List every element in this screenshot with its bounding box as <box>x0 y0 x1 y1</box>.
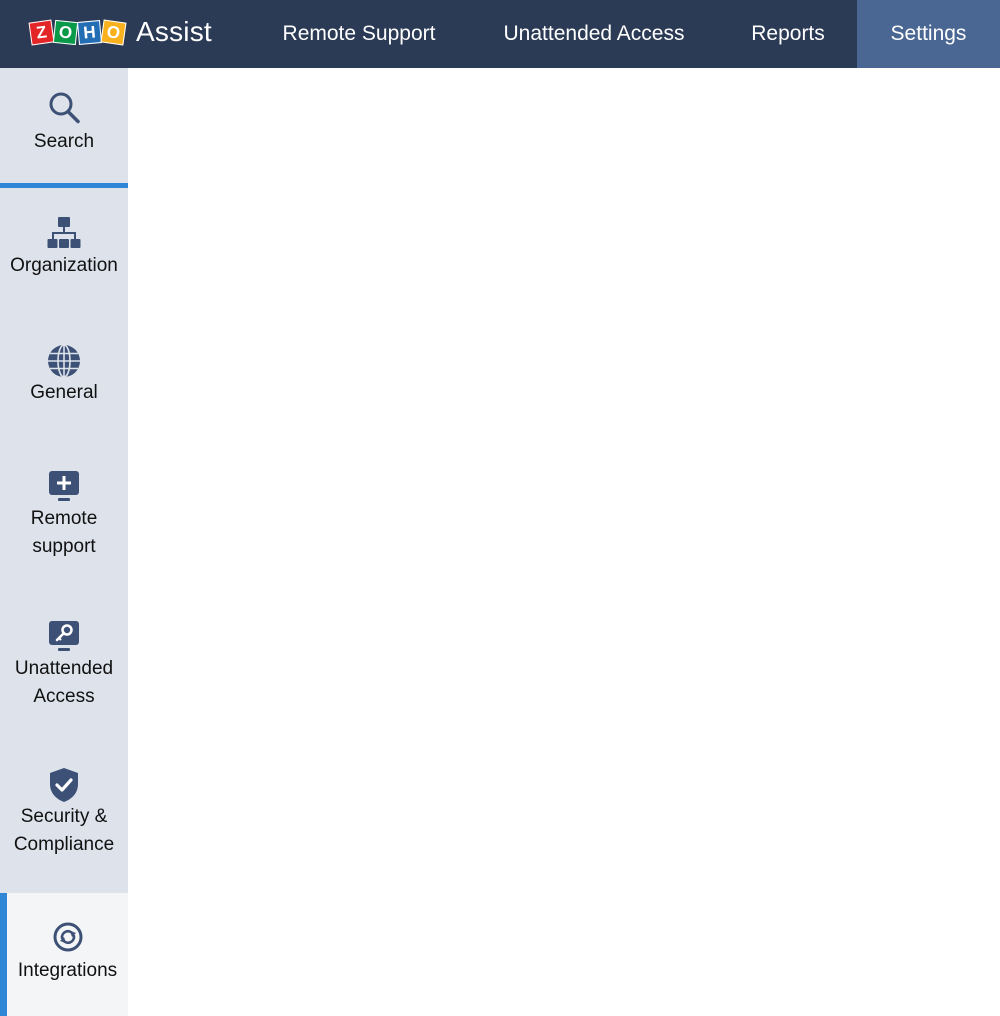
sidebar-item-organization[interactable]: Organization <box>0 216 128 306</box>
nav-settings[interactable]: Settings <box>857 0 1000 68</box>
sidebar-item-general-label: General <box>30 382 98 403</box>
sidebar-item-organization-label: Organization <box>10 255 118 276</box>
globe-icon <box>46 343 82 379</box>
sidebar-item-security-compliance[interactable]: Security & Compliance <box>0 767 128 877</box>
shield-check-icon <box>46 767 82 803</box>
org-chart-icon <box>46 216 82 252</box>
top-navigation-bar: Z O H O Assist Remote Support Unattended… <box>0 0 1000 68</box>
sidebar-item-unattended-access-label-1: Unattended <box>14 658 114 679</box>
settings-content-area <box>128 68 1000 1016</box>
nav-unattended-access-label: Unattended Access <box>503 22 685 45</box>
nav-reports-label: Reports <box>751 22 825 45</box>
monitor-key-icon <box>46 619 82 655</box>
nav-unattended-access[interactable]: Unattended Access <box>480 0 708 68</box>
sidebar-item-security-label-2: Compliance <box>13 834 115 855</box>
logo-letter-o-2: O <box>100 19 127 45</box>
zoho-logo: Z O H O <box>28 15 127 49</box>
product-name: Assist <box>136 16 212 47</box>
zoho-assist-logo[interactable]: Z O H O Assist <box>28 15 212 49</box>
nav-remote-support-label: Remote Support <box>282 22 436 45</box>
nav-reports[interactable]: Reports <box>728 0 848 68</box>
sidebar-item-general[interactable]: General <box>0 343 128 433</box>
sync-icon <box>50 919 86 955</box>
sidebar-item-integrations-label: Integrations <box>17 960 118 981</box>
logo-letter-h: H <box>77 19 102 45</box>
nav-settings-label: Settings <box>890 22 967 45</box>
sidebar-item-unattended-access-label-2: Access <box>33 686 95 707</box>
sidebar-item-integrations[interactable]: Integrations <box>0 893 128 1016</box>
logo-letter-z: Z <box>28 19 55 45</box>
sidebar-item-remote-support-label-2: support <box>32 536 96 557</box>
sidebar-item-security-label-1: Security & <box>20 806 108 827</box>
nav-remote-support[interactable]: Remote Support <box>260 0 458 68</box>
sidebar-item-search-label: Search <box>33 131 95 152</box>
search-icon <box>46 90 82 126</box>
sidebar-item-unattended-access[interactable]: Unattended Access <box>0 619 128 719</box>
monitor-plus-icon <box>46 469 82 505</box>
sidebar-item-search[interactable]: Search <box>0 68 128 188</box>
sidebar-item-remote-support-label-1: Remote <box>30 508 98 529</box>
sidebar-item-remote-support[interactable]: Remote support <box>0 469 128 569</box>
logo-letter-o: O <box>52 19 79 45</box>
